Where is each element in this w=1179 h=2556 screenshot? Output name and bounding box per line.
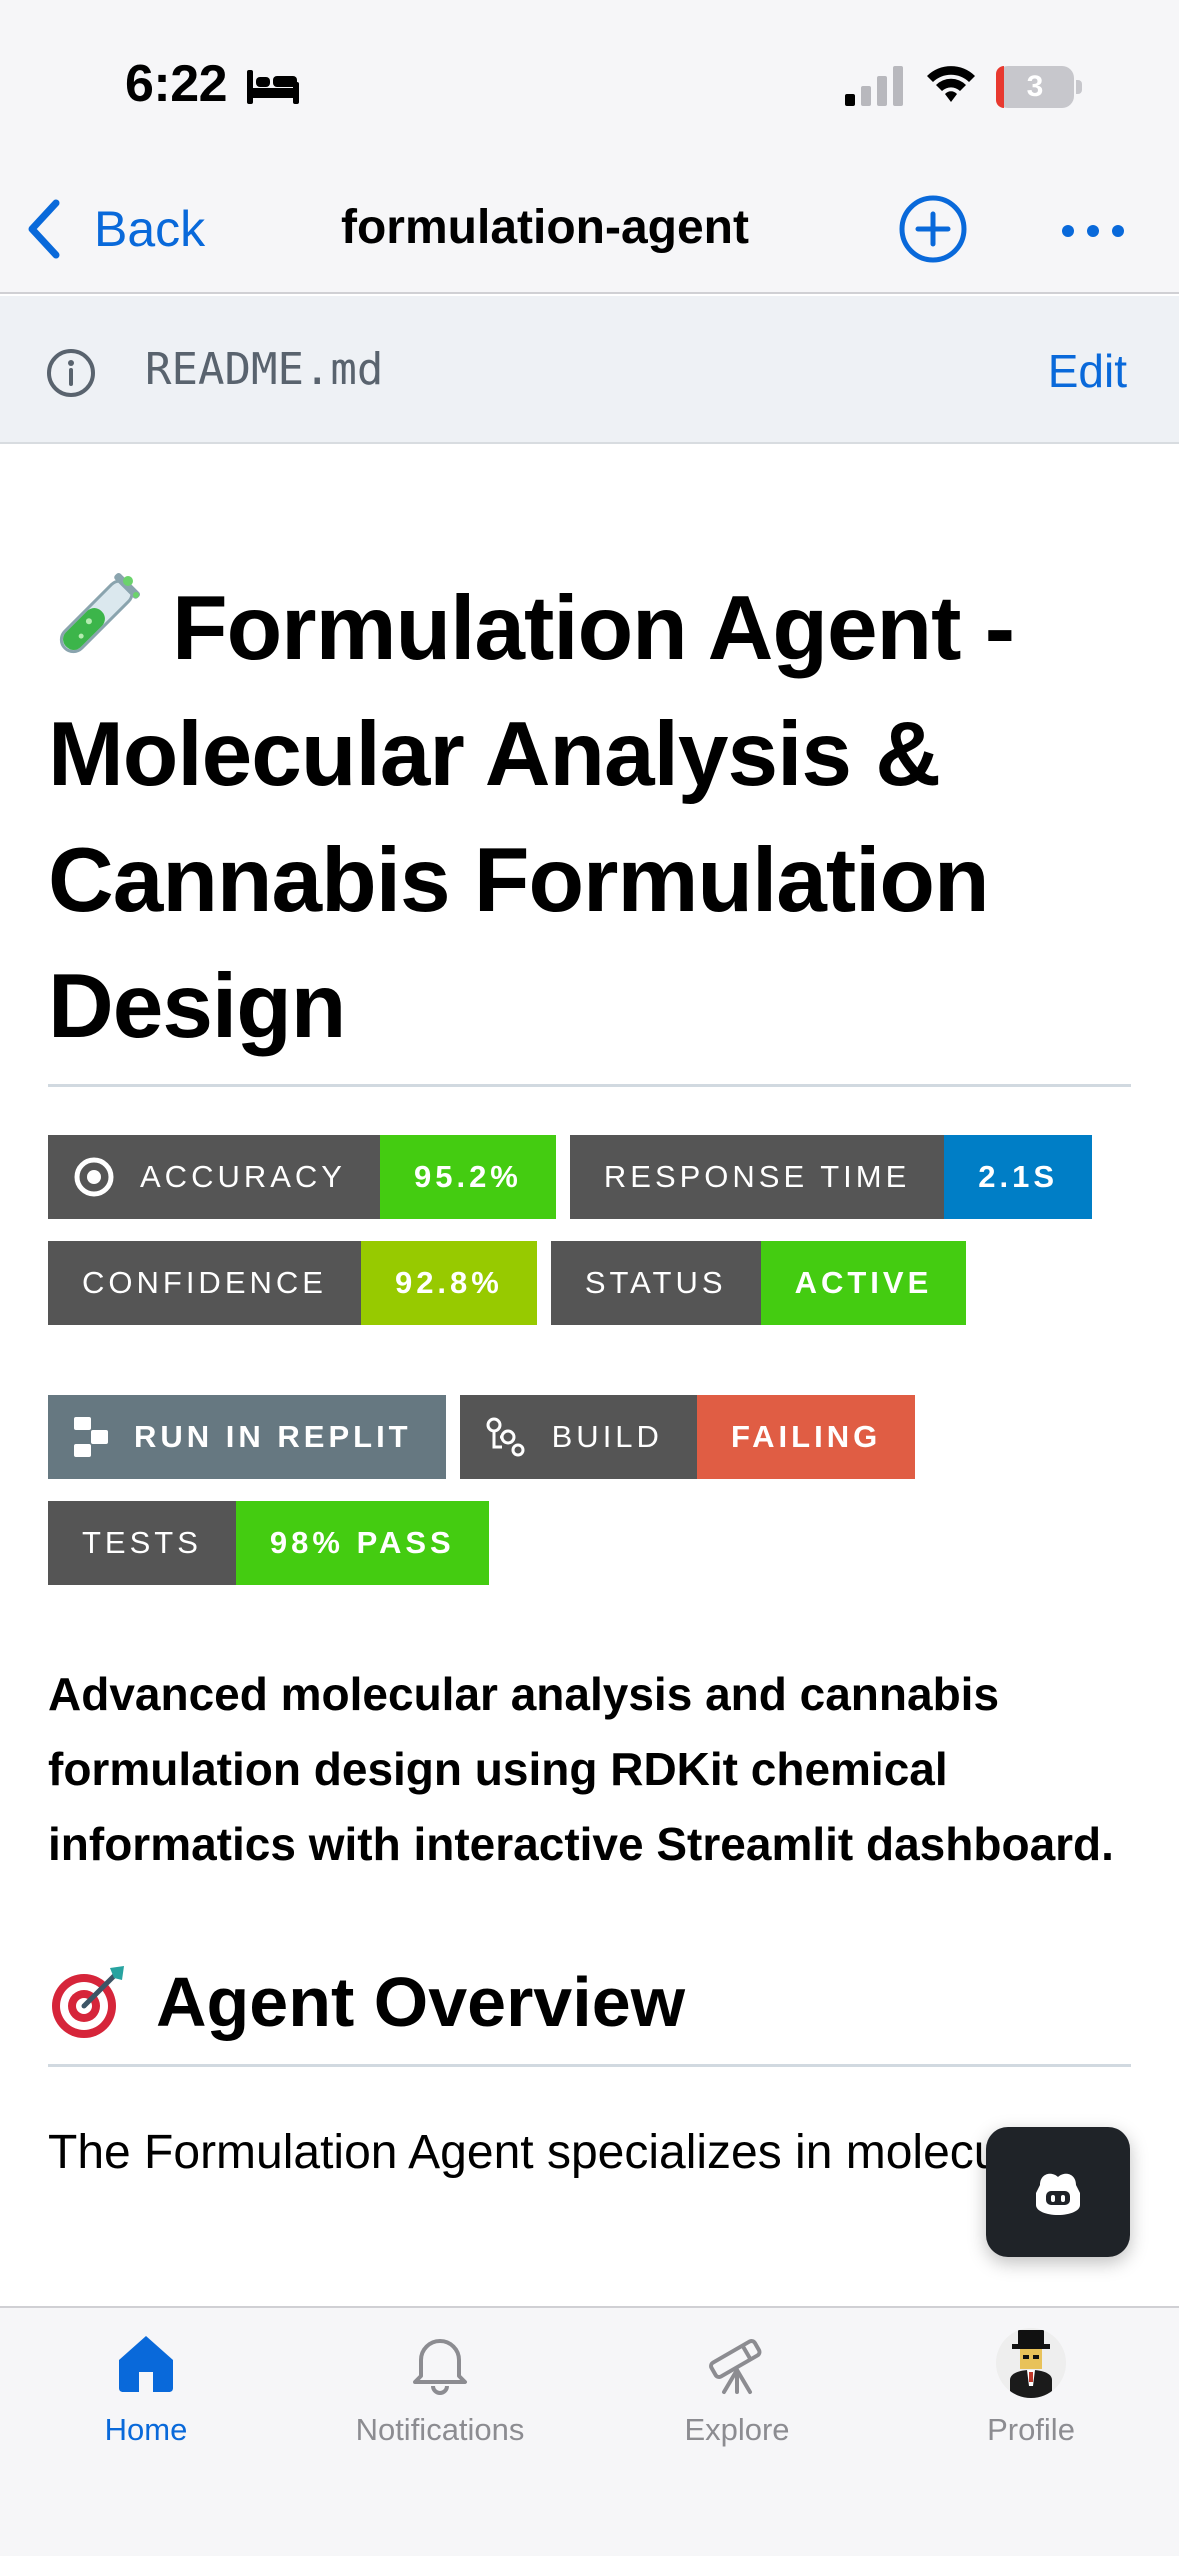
confidence-badge[interactable]: CONFIDENCE 92.8% xyxy=(48,1241,537,1325)
badge-label: RUN IN REPLIT xyxy=(134,1419,412,1454)
readme-title-text: Formulation Agent - Molecular Analysis &… xyxy=(48,578,1015,1057)
cellular-signal-icon xyxy=(845,66,903,106)
info-icon xyxy=(47,349,95,397)
replit-icon xyxy=(74,1417,108,1457)
copilot-button[interactable] xyxy=(986,2127,1130,2257)
telescope-icon xyxy=(709,2339,762,2394)
chevron-left-icon xyxy=(28,199,60,259)
badge-label: TESTS xyxy=(48,1501,236,1585)
badge-label: STATUS xyxy=(550,1241,761,1325)
readme-file-header: README.md Edit xyxy=(0,296,1179,444)
run-in-replit-badge[interactable]: RUN IN REPLIT xyxy=(48,1395,446,1479)
nav-title: formulation-agent xyxy=(341,201,749,254)
tab-label: Home xyxy=(104,2412,188,2447)
tests-badge[interactable]: TESTS 98% PASS xyxy=(48,1501,489,1585)
badge-label: BUILD xyxy=(551,1419,663,1454)
more-options-button[interactable] xyxy=(1060,206,1126,256)
readme-description: Advanced molecular analysis and cannabis… xyxy=(48,1668,1114,1870)
badge-value: FAILING xyxy=(696,1395,916,1479)
section-heading-text: Agent Overview xyxy=(156,1963,686,2041)
test-tube-icon xyxy=(59,572,141,654)
readme-title: Formulation Agent - Molecular Analysis &… xyxy=(48,566,1131,1070)
status-time: 6:22 xyxy=(125,55,228,113)
status-badge[interactable]: STATUS ACTIVE xyxy=(550,1241,967,1325)
tab-label: Explore xyxy=(684,2412,790,2447)
badge-value: 92.8% xyxy=(360,1241,537,1325)
badge-value: 95.2% xyxy=(379,1135,556,1219)
target-badge-icon xyxy=(74,1157,114,1197)
badge-label: CONFIDENCE xyxy=(48,1241,361,1325)
tab-profile[interactable]: Profile xyxy=(911,2328,1151,2448)
home-icon xyxy=(119,2336,173,2392)
battery-indicator: 3 xyxy=(996,66,1082,108)
response-time-badge[interactable]: RESPONSE TIME 2.1S xyxy=(569,1135,1093,1219)
direct-hit-icon xyxy=(52,1966,124,2038)
accuracy-badge[interactable]: ACCURACY 95.2% xyxy=(48,1135,556,1219)
navigation-bar: Back formulation-agent xyxy=(0,170,1179,294)
badge-value: 98% PASS xyxy=(235,1501,489,1585)
edit-button[interactable]: Edit xyxy=(1048,344,1127,398)
tab-home[interactable]: Home xyxy=(26,2328,266,2448)
tab-explore[interactable]: Explore xyxy=(617,2328,857,2448)
avatar xyxy=(996,2328,1066,2398)
battery-level: 3 xyxy=(1026,70,1044,103)
wifi-icon xyxy=(927,66,975,102)
badge-label: RESPONSE TIME xyxy=(569,1135,945,1219)
badge-value: ACTIVE xyxy=(760,1241,967,1325)
bell-icon xyxy=(413,2339,467,2395)
status-bar: 6:22 3 xyxy=(0,0,1179,170)
badge-value: 2.1S xyxy=(944,1135,1093,1219)
add-button[interactable] xyxy=(898,194,968,264)
badge-label: ACCURACY xyxy=(140,1159,346,1194)
overview-paragraph: The Formulation Agent specializes in mol… xyxy=(48,2126,1054,2179)
sleep-focus-icon xyxy=(247,70,299,104)
tab-label: Notifications xyxy=(355,2412,525,2447)
back-button[interactable]: Back xyxy=(24,194,205,264)
tab-bar: Home Notifications Explore Profile xyxy=(0,2306,1179,2556)
github-actions-icon xyxy=(486,1417,525,1457)
readme-file-name: README.md xyxy=(145,344,384,395)
section-heading: Agent Overview xyxy=(48,1962,1131,2042)
back-label: Back xyxy=(94,201,206,257)
build-badge[interactable]: BUILD FAILING xyxy=(459,1395,916,1479)
readme-content: Formulation Agent - Molecular Analysis &… xyxy=(48,444,1131,2191)
section-divider xyxy=(48,2064,1131,2067)
tab-label: Profile xyxy=(987,2412,1075,2447)
tab-notifications[interactable]: Notifications xyxy=(320,2328,560,2448)
copilot-icon xyxy=(1036,2173,1080,2215)
title-divider xyxy=(48,1084,1131,1087)
